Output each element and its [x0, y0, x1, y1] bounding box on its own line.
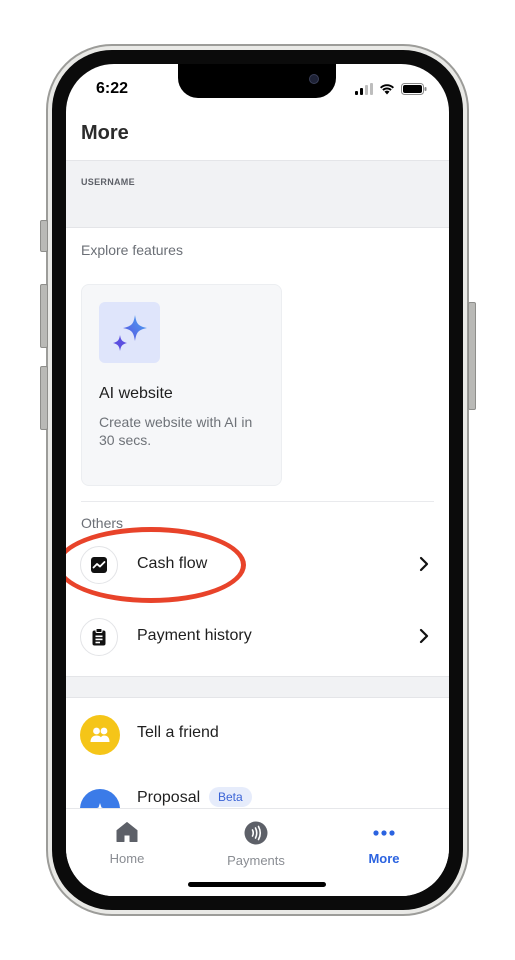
- feature-description: Create website with AI in 30 secs.: [99, 414, 253, 448]
- people-icon: [90, 727, 110, 742]
- tab-more[interactable]: More: [334, 821, 434, 866]
- proposal-icon-circle: [80, 789, 120, 808]
- home-indicator[interactable]: [188, 882, 326, 887]
- payment-history-icon-circle: [80, 618, 118, 656]
- tell-a-friend-row[interactable]: Tell a friend: [66, 708, 449, 760]
- ai-website-card[interactable]: AI website Create website with AI in 30 …: [81, 284, 282, 486]
- section-divider: [81, 501, 434, 502]
- tell-a-friend-icon-circle: [80, 715, 120, 755]
- explore-features-label: Explore features: [81, 242, 183, 258]
- tab-more-label: More: [368, 851, 400, 866]
- clipboard-icon: [92, 628, 106, 646]
- contactless-icon: [244, 821, 268, 845]
- tell-a-friend-label: Tell a friend: [137, 724, 219, 741]
- highlight-annotation: [66, 527, 246, 603]
- front-camera: [309, 74, 319, 84]
- chevron-right-icon: [419, 628, 429, 644]
- more-dots-icon: [373, 830, 395, 836]
- tab-payments-label: Payments: [227, 853, 285, 868]
- feature-title: AI website: [99, 385, 173, 402]
- status-icons: [355, 83, 427, 95]
- beta-badge: Beta: [209, 787, 252, 807]
- volume-up-button: [40, 284, 48, 348]
- tab-home-label: Home: [109, 851, 145, 866]
- chevron-right-icon: [419, 556, 429, 572]
- page-title: More: [81, 122, 129, 144]
- payment-history-label: Payment history: [137, 627, 252, 644]
- volume-down-button: [40, 366, 48, 430]
- account-section[interactable]: USERNAME: [66, 160, 449, 228]
- username-label: USERNAME: [81, 177, 135, 187]
- proposal-row[interactable]: Proposal: [66, 772, 449, 808]
- notch: [178, 64, 336, 98]
- phone-screen: 6:22 More USERNAME Explore features AI w…: [66, 64, 449, 896]
- payment-history-row[interactable]: Payment history: [66, 611, 449, 663]
- feature-icon-box: [99, 302, 160, 363]
- power-button: [468, 302, 476, 410]
- section-separator: [66, 676, 449, 698]
- wifi-icon: [380, 84, 394, 95]
- proposal-label: Proposal: [137, 789, 201, 806]
- mute-switch: [40, 220, 48, 252]
- home-icon: [116, 822, 138, 842]
- tab-payments[interactable]: Payments: [206, 821, 306, 868]
- sparkle-icon: [113, 315, 147, 351]
- tab-home[interactable]: Home: [77, 821, 177, 866]
- battery-icon: [401, 83, 427, 95]
- signal-icon: [355, 83, 373, 95]
- status-time: 6:22: [96, 80, 129, 97]
